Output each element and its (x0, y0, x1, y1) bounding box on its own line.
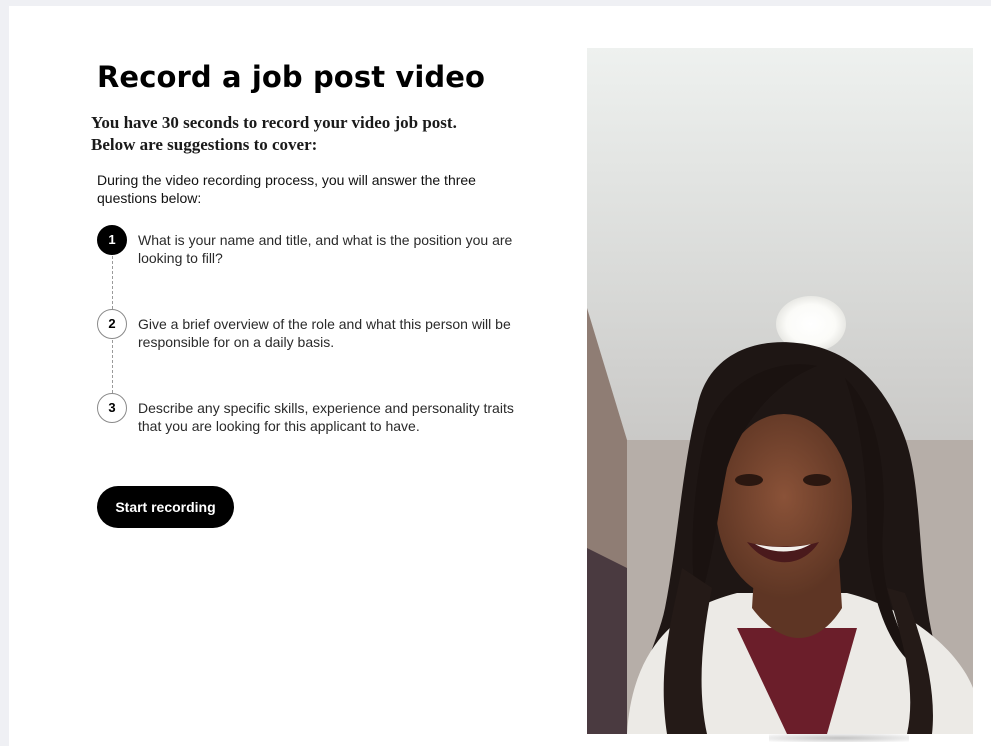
step-1-number: 1 (97, 225, 127, 255)
page-title: Record a job post video (97, 60, 486, 94)
step-2: 2 Give a brief overview of the role and … (97, 309, 537, 350)
camera-feed-image (587, 48, 973, 734)
subtitle-suggestions: Below are suggestions to cover: (91, 135, 318, 154)
question-steps: 1 What is your name and title, and what … (97, 225, 537, 435)
intro-text: During the video recording process, you … (97, 172, 476, 206)
step-1-question: What is your name and title, and what is… (138, 232, 513, 266)
step-1: 1 What is your name and title, and what … (97, 225, 537, 266)
step-2-question: Give a brief overview of the role and wh… (138, 316, 511, 350)
camera-shadow (769, 734, 909, 742)
record-video-page: Record a job post video You have 30 seco… (9, 6, 991, 746)
camera-preview (587, 48, 973, 734)
subtitle-time-limit: You have 30 seconds to record your video… (91, 113, 457, 132)
step-3: 3 Describe any specific skills, experien… (97, 393, 537, 434)
step-2-number: 2 (97, 309, 127, 339)
step-3-question: Describe any specific skills, experience… (138, 400, 514, 434)
step-3-number: 3 (97, 393, 127, 423)
start-recording-button[interactable]: Start recording (97, 486, 234, 528)
page-subtitle: You have 30 seconds to record your video… (91, 112, 531, 156)
